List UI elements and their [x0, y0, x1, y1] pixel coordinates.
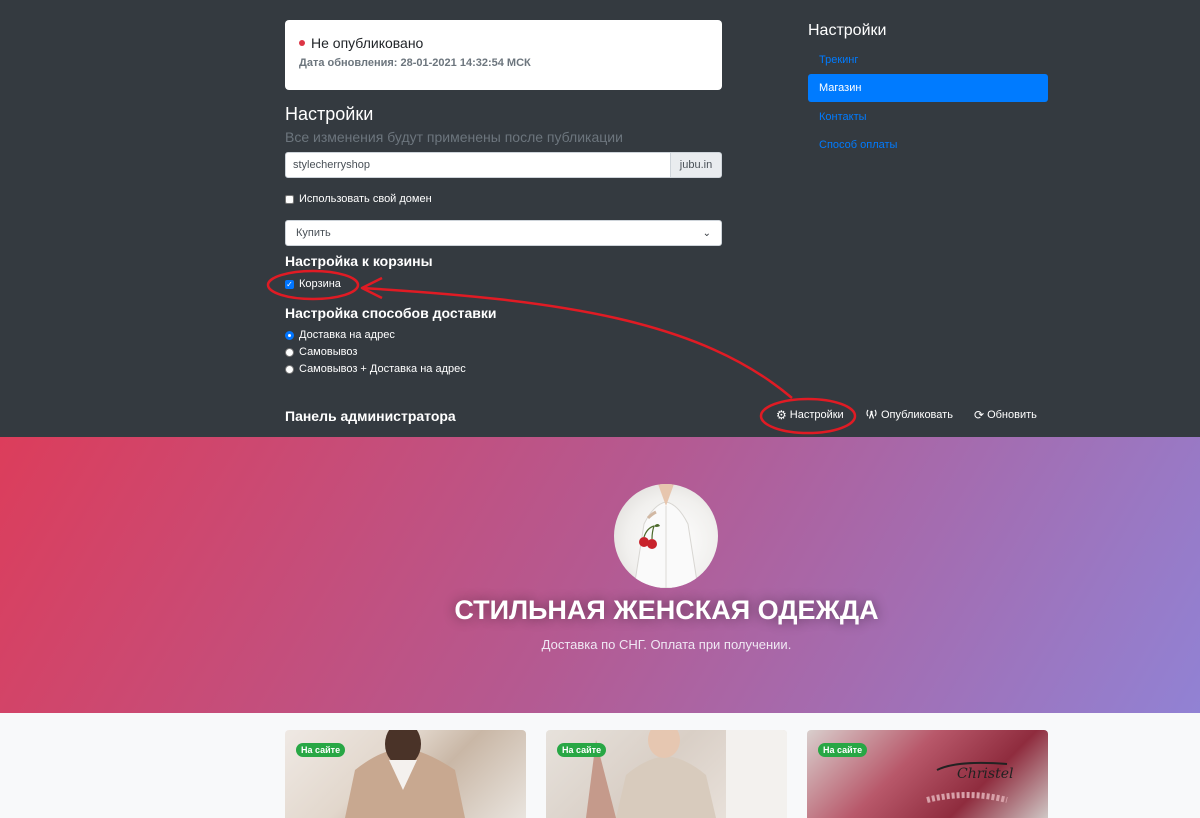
product-card[interactable]: Christel На сайте	[807, 730, 1048, 818]
shop-avatar	[614, 484, 718, 588]
status-dot-icon	[299, 40, 305, 46]
availability-badge: На сайте	[818, 743, 868, 757]
delivery-option-pickup[interactable]: Самовывоз	[285, 346, 357, 358]
chevron-down-icon: ⌄	[702, 227, 711, 239]
update-date: Дата обновления: 28-01-2021 14:32:54 МСК	[299, 57, 531, 69]
cart-checkbox[interactable]: ✓	[285, 279, 294, 289]
delivery-option-label: Самовывоз + Доставка на адрес	[299, 363, 466, 375]
cart-checkbox-row[interactable]: ✓ Корзина	[285, 278, 341, 290]
own-domain-checkbox-row[interactable]: Использовать свой домен	[285, 193, 432, 205]
delivery-option-label: Самовывоз	[299, 346, 358, 358]
settings-button-label: Настройки	[789, 409, 844, 421]
refresh-icon: ⟳	[974, 408, 985, 422]
delivery-radio[interactable]	[285, 330, 294, 340]
own-domain-label: Использовать свой домен	[299, 193, 432, 205]
domain-input-group: stylecherryshop jubu.in	[285, 152, 722, 178]
availability-badge: На сайте	[557, 743, 607, 757]
admin-panel: Не опубликовано Дата обновления: 28-01-2…	[0, 0, 1200, 437]
select-value: Купить	[296, 227, 331, 239]
domain-suffix: jubu.in	[671, 152, 722, 178]
svg-text:Christel: Christel	[957, 766, 1013, 782]
hero-title: СТИЛЬНАЯ ЖЕНСКАЯ ОДЕЖДА	[454, 595, 879, 625]
sidebar-item-shop[interactable]: Магазин	[808, 74, 1048, 102]
sidebar-item-tracking[interactable]: Трекинг	[808, 46, 1048, 74]
delivery-radio[interactable]	[285, 347, 294, 357]
button-action-select[interactable]: Купить ⌄	[285, 220, 722, 246]
subdomain-input[interactable]: stylecherryshop	[285, 152, 671, 178]
publish-status: Не опубликовано	[299, 35, 708, 51]
hero-subtitle: Доставка по СНГ. Оплата при получении.	[541, 637, 792, 652]
publish-status-card: Не опубликовано Дата обновления: 28-01-2…	[285, 20, 722, 90]
broadcast-icon	[865, 408, 878, 422]
sidebar-item-payment[interactable]: Способ оплаты	[808, 131, 1048, 159]
own-domain-checkbox[interactable]	[285, 194, 294, 204]
publish-status-label: Не опубликовано	[311, 35, 424, 51]
publish-button-label: Опубликовать	[881, 409, 953, 421]
refresh-button[interactable]: ⟳ Обновить	[974, 408, 1037, 422]
delivery-option-both[interactable]: Самовывоз + Доставка на адрес	[285, 363, 466, 375]
cart-section-title: Настройка к корзины	[285, 253, 433, 269]
product-card[interactable]: На сайте	[285, 730, 526, 818]
settings-button[interactable]: ⚙ Настройки	[776, 408, 844, 422]
delivery-section-title: Настройка способов доставки	[285, 305, 497, 321]
settings-hint: Все изменения будут применены после публ…	[285, 129, 623, 145]
publish-button[interactable]: Опубликовать	[865, 408, 953, 422]
delivery-option-label: Доставка на адрес	[299, 329, 395, 341]
availability-badge: На сайте	[296, 743, 346, 757]
settings-title: Настройки	[285, 104, 374, 124]
product-card[interactable]: На сайте	[546, 730, 787, 818]
cart-label: Корзина	[299, 278, 341, 290]
admin-panel-title: Панель администратора	[285, 408, 456, 424]
delivery-radio[interactable]	[285, 364, 294, 374]
gear-icon: ⚙	[776, 408, 787, 422]
sidebar-item-contacts[interactable]: Контакты	[808, 103, 1048, 131]
refresh-button-label: Обновить	[987, 409, 1037, 421]
delivery-option-address[interactable]: Доставка на адрес	[285, 329, 395, 341]
sidebar-title: Настройки	[808, 22, 887, 39]
shop-hero-banner	[0, 437, 1200, 713]
